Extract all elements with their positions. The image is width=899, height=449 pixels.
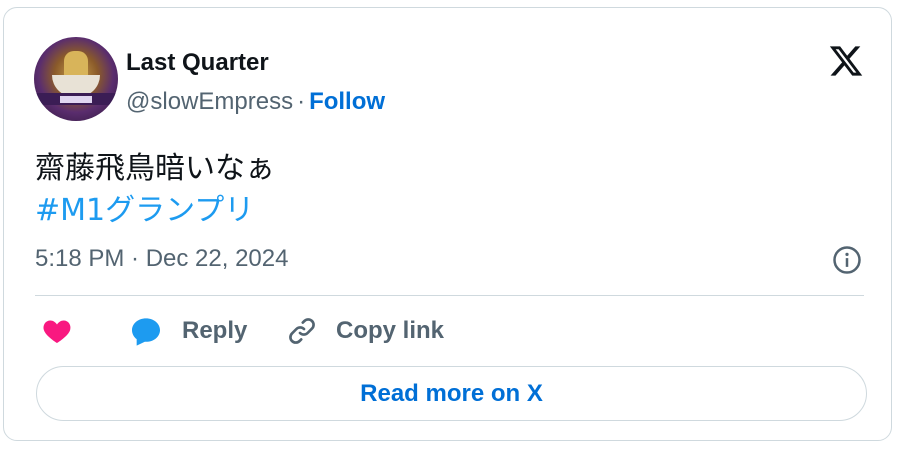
divider [35,295,864,296]
copy-link-button[interactable]: Copy link [336,316,444,346]
separator-dot: · [297,88,306,115]
tweet-text: 齋藤飛鳥暗いなぁ #M1グランプリ [35,148,275,232]
author-display-name[interactable]: Last Quarter [126,49,269,77]
heart-icon[interactable] [41,316,73,346]
avatar[interactable] [34,37,118,121]
reply-button[interactable]: Reply [182,316,247,346]
tweet-card[interactable]: Last Quarter @slowEmpress · Follow 齋藤飛鳥暗いな… [3,7,892,441]
author-handle[interactable]: @slowEmpress [126,88,293,115]
read-more-button[interactable]: Read more on X [36,366,867,421]
tweet-text-line: 齋藤飛鳥暗いなぁ [35,151,275,186]
info-icon[interactable] [832,245,862,275]
reply-bubble-icon[interactable] [129,315,163,347]
link-icon[interactable] [286,315,318,347]
avatar-tag [60,96,92,103]
author-handle-line: @slowEmpress · Follow [126,88,385,116]
tweet-timestamp[interactable]: 5:18 PM · Dec 22, 2024 [35,244,288,274]
x-logo-icon[interactable] [827,43,865,79]
read-more-label: Read more on X [360,379,543,407]
hashtag-link[interactable]: #M1グランプリ [35,190,275,232]
follow-button[interactable]: Follow [309,88,385,115]
